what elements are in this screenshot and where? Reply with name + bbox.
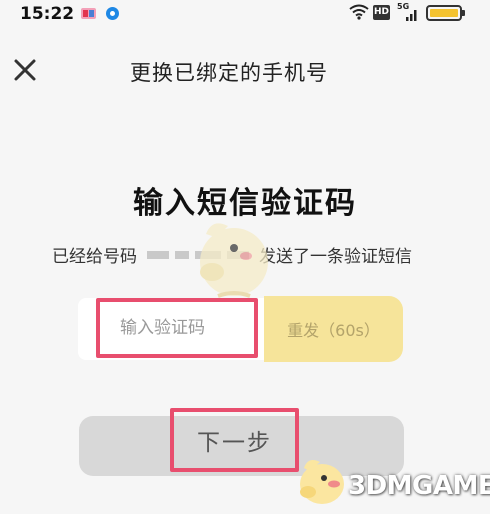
verification-code-input[interactable] [100,302,254,354]
sms-sent-message: 已经给号码 发送了一条验证短信 [52,242,412,267]
verification-heading: 输入短信验证码 [133,186,357,221]
app-status-icon [106,7,119,20]
site-watermark: 3DMGAME [292,452,490,510]
status-bar: 15:22 HD 5G [0,0,490,28]
close-icon[interactable] [12,57,38,83]
code-input-highlight [96,298,258,358]
page-title: 更换已绑定的手机号 [130,61,328,85]
hd-badge: HD [373,5,390,20]
watermark-bird-icon [300,460,344,504]
app-notification-icon [81,8,96,19]
sms-message-prefix: 已经给号码 [52,247,137,267]
status-time: 15:22 [20,4,75,24]
battery-level-fill [430,9,458,17]
battery-tip [462,10,465,16]
sms-message-suffix: 发送了一条验证短信 [259,247,412,267]
next-step-label: 下一步 [197,430,272,456]
watermark-text: 3DMGAME [348,471,490,501]
battery-icon [426,5,462,21]
masked-phone-number [145,246,253,264]
wifi-icon [349,4,369,20]
signal-icon [406,10,417,21]
next-step-highlight[interactable]: 下一步 [170,408,299,472]
resend-code-button[interactable]: 重发（60s） [264,296,403,362]
